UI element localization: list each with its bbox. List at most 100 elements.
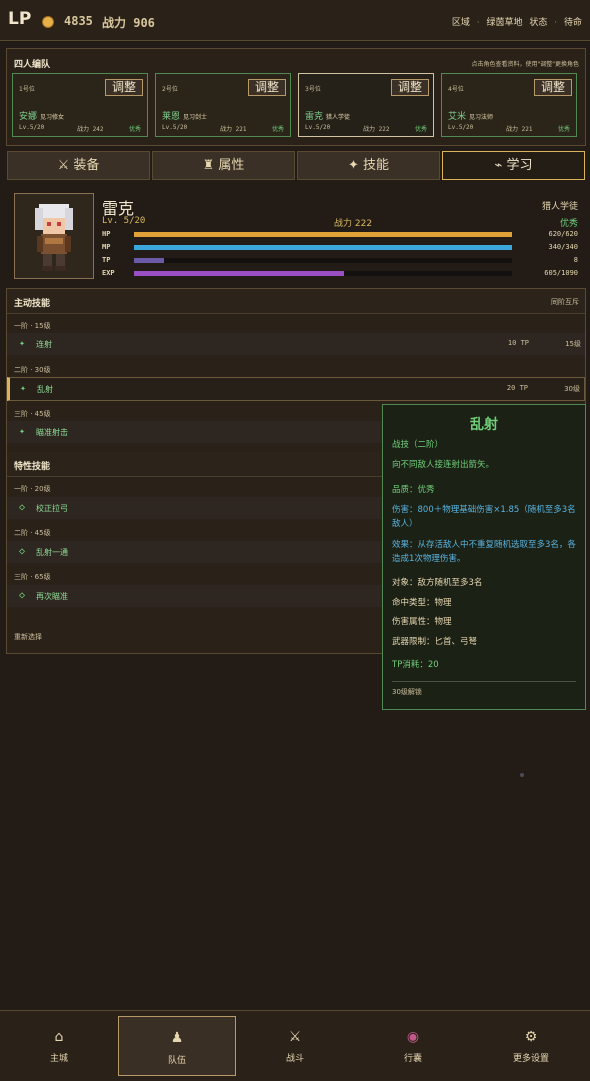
- hero-class: 猎人学徒: [541, 202, 578, 212]
- gear-icon: ⚙: [524, 1029, 538, 1045]
- hero-portrait[interactable]: [14, 193, 94, 279]
- tooltip-unlock: 30级解锁: [392, 688, 422, 696]
- status-value: 待命: [563, 18, 582, 28]
- tab-label: 学习: [506, 158, 533, 173]
- gold-amount: 4835: [64, 14, 93, 28]
- slot-level: Lv.5/20: [19, 124, 45, 131]
- nav-battle[interactable]: ⚔ 战斗: [236, 1011, 354, 1081]
- hp-value: 620/620: [548, 230, 578, 238]
- top-bar: LP 4835 战力 906 区域 · 绿茵草地 状态 · 待命: [0, 0, 590, 41]
- tooltip-attr: 伤害属性：物理: [392, 617, 452, 627]
- skill-row-selected[interactable]: ✦ 乱射 20 TP 30级: [7, 377, 585, 401]
- slot-level: Lv.5/20: [305, 124, 331, 131]
- star-icon: ✦: [347, 158, 359, 173]
- mp-bar-fill: [134, 245, 512, 250]
- tp-bar-fill: [134, 258, 165, 263]
- nav-label: 行囊: [403, 1054, 422, 1064]
- tier-label: 二阶 · 45级: [14, 529, 51, 537]
- skill-name: 连射: [36, 340, 52, 349]
- bottom-nav: ⌂ 主城 ♟ 队伍 ⚔ 战斗 ◉ 行囊 ⚙ 更多设置: [0, 1010, 590, 1081]
- skill-row[interactable]: ✦ 连射 10 TP 15级: [7, 333, 585, 355]
- scroll-indicator: [520, 773, 524, 777]
- diamond-icon: ◇: [19, 546, 26, 557]
- team-slot-3[interactable]: 3号位 调整 雷克 猎人学徒 Lv.5/20 战力 222 优秀: [298, 73, 434, 137]
- hp-label: HP: [102, 230, 111, 238]
- slot-level: Lv.5/20: [448, 124, 474, 131]
- section-title: 特性技能: [14, 462, 51, 472]
- sword-icon: ⚔: [57, 158, 70, 173]
- slot-power: 战力 221: [220, 126, 247, 133]
- nav-team[interactable]: ♟ 队伍: [118, 1016, 236, 1076]
- tier-label: 三阶 · 65级: [14, 573, 51, 581]
- tooltip-damage: 伤害：800＋物理基础伤害×1.85（随机至多3名敌人）: [392, 505, 576, 529]
- nav-settings[interactable]: ⚙ 更多设置: [472, 1011, 590, 1081]
- team-slot-2[interactable]: 2号位 调整 莱恩 见习剑士 Lv.5/20 战力 221 优秀: [155, 73, 291, 137]
- skill-star-icon: ✦: [19, 338, 26, 349]
- crossed-swords-icon: ⚔: [288, 1029, 302, 1045]
- tooltip-type: 战技（二阶）: [392, 440, 444, 450]
- team-panel: 四人编队 点击角色查看资料，使用"调整"更换角色 1号位 调整 安娜 见习修女 L…: [6, 48, 586, 146]
- tp-value: 8: [573, 256, 578, 264]
- home-icon: ⌂: [54, 1029, 64, 1045]
- skill-level-req: 15级: [565, 340, 581, 348]
- skill-name: 瞄准射击: [36, 428, 68, 437]
- slot-position: 1号位: [19, 86, 35, 93]
- tab-label: 技能: [363, 158, 390, 173]
- nav-label: 战斗: [285, 1054, 304, 1064]
- team-slot-4[interactable]: 4号位 调整 艾米 见习法师 Lv.5/20 战力 221 优秀: [441, 73, 577, 137]
- nav-label: 队伍: [167, 1056, 186, 1066]
- nav-main-city[interactable]: ⌂ 主城: [0, 1011, 118, 1081]
- learn-icon: ⌁: [494, 158, 503, 173]
- slot-hero-name: 雷克 猎人学徒: [305, 112, 351, 122]
- adjust-button[interactable]: 调整: [534, 79, 572, 96]
- tab-label: 属性: [218, 158, 245, 173]
- adjust-button[interactable]: 调整: [105, 79, 143, 96]
- nav-bag[interactable]: ◉ 行囊: [354, 1011, 472, 1081]
- exclusive-note: 同阶互斥: [551, 298, 579, 306]
- team-slot-1[interactable]: 1号位 调整 安娜 见习修女 Lv.5/20 战力 242 优秀: [12, 73, 148, 137]
- mp-label: MP: [102, 243, 111, 251]
- skill-level-req: 30级: [564, 385, 580, 393]
- adjust-button[interactable]: 调整: [391, 79, 429, 96]
- reselect-button[interactable]: 重新选择: [14, 632, 42, 642]
- separator: ·: [554, 18, 558, 28]
- trait-name: 再次瞄准: [36, 592, 68, 601]
- trait-name: 校正拉弓: [36, 504, 68, 513]
- trait-name: 乱射一通: [36, 548, 68, 557]
- coin-icon: [42, 16, 54, 28]
- slot-hero-name: 艾米 见习法师: [448, 112, 494, 122]
- slot-level: Lv.5/20: [162, 124, 188, 131]
- active-skills-header: 主动技能 同阶互斥: [7, 289, 585, 314]
- hero-avatar-icon: [35, 204, 73, 271]
- slot-power: 战力 222: [363, 126, 390, 133]
- tooltip-quality: 品质：优秀: [392, 485, 435, 495]
- skill-tp: 20 TP: [506, 384, 528, 392]
- adjust-button[interactable]: 调整: [248, 79, 286, 96]
- slot-quality: 优秀: [271, 126, 284, 133]
- tab-skills[interactable]: ✦ 技能: [297, 151, 440, 180]
- hero-power: 战力 222: [334, 219, 373, 229]
- slot-power: 战力 221: [506, 126, 533, 133]
- section-title: 主动技能: [14, 299, 51, 309]
- diamond-icon: ◇: [19, 590, 26, 601]
- bag-icon: ◉: [406, 1029, 420, 1045]
- diamond-icon: ◇: [19, 502, 26, 513]
- slot-hero-name: 莱恩 见习剑士: [162, 112, 208, 122]
- exp-bar-fill: [134, 271, 344, 276]
- region-name[interactable]: 绿茵草地: [486, 18, 522, 28]
- hp-bar-fill: [134, 232, 512, 237]
- tab-equipment[interactable]: ⚔ 装备: [7, 151, 150, 180]
- slot-position: 3号位: [305, 86, 321, 93]
- tooltip-tp: TP消耗：20: [392, 660, 439, 670]
- exp-bar: [134, 271, 512, 276]
- tooltip-effect: 效果：从存活敌人中不重复随机选取至多3名，各造成1次物理伤害。: [392, 540, 576, 564]
- slot-quality: 优秀: [414, 126, 427, 133]
- tooltip-title: 乱射: [470, 417, 498, 433]
- tooltip-desc: 向不同敌人接连射出箭矢。: [392, 460, 495, 470]
- slot-quality: 优秀: [128, 126, 141, 133]
- tab-learn[interactable]: ⌁ 学习: [442, 151, 585, 180]
- tower-icon: ♜: [202, 158, 215, 173]
- tier-label: 一阶 · 15级: [14, 322, 51, 330]
- slot-position: 2号位: [162, 86, 178, 93]
- tab-attributes[interactable]: ♜ 属性: [152, 151, 295, 180]
